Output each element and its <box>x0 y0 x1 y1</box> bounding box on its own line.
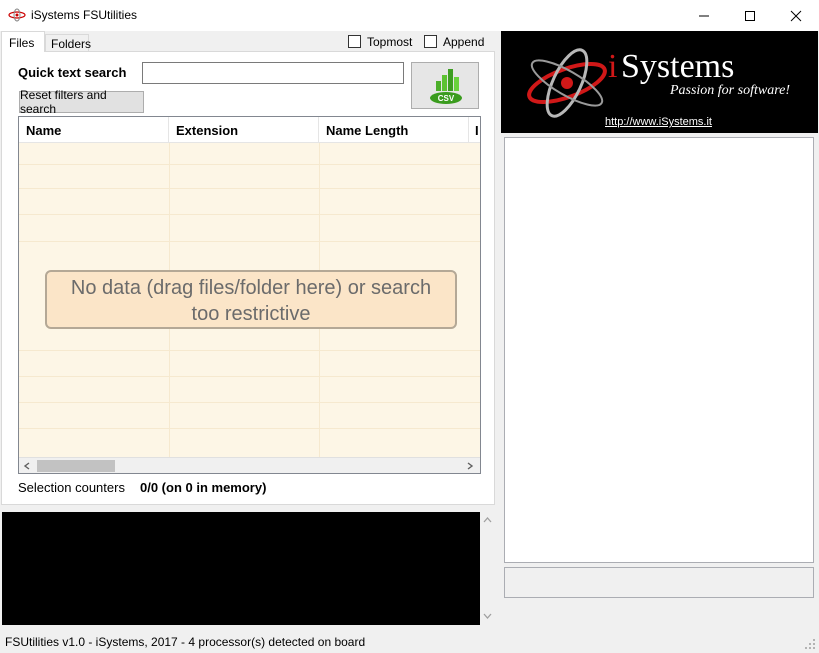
scroll-right-icon[interactable] <box>466 462 474 470</box>
tab-files[interactable]: Files <box>1 31 45 52</box>
scroll-down-icon[interactable] <box>483 612 492 620</box>
grid-line <box>19 241 480 242</box>
empty-message-line-2: too restrictive <box>191 303 311 325</box>
preview-panel[interactable] <box>504 137 814 563</box>
logo-brand-name: Systems <box>621 48 734 85</box>
grid-horizontal-scrollbar[interactable] <box>19 457 480 473</box>
log-output[interactable] <box>2 512 480 625</box>
scroll-left-icon[interactable] <box>23 462 31 470</box>
grid-header: Name Extension Name Length I <box>19 117 480 143</box>
resize-grip-icon[interactable] <box>804 638 816 650</box>
grid-line <box>19 350 480 351</box>
window-title: iSystems FSUtilities <box>31 8 138 22</box>
csv-icon-label: CSV <box>438 94 455 103</box>
tab-folders[interactable]: Folders <box>45 34 91 52</box>
append-checkbox[interactable] <box>424 35 437 48</box>
csv-export-icon: CSV <box>430 69 462 104</box>
files-grid[interactable]: Name Extension Name Length I No data (dr… <box>18 116 481 474</box>
export-csv-button[interactable]: CSV <box>411 62 479 109</box>
isystems-website-link[interactable]: http://www.iSystems.it <box>605 116 712 128</box>
append-label[interactable]: Append <box>443 35 484 49</box>
close-icon <box>790 10 802 21</box>
app-logo-icon <box>8 8 26 22</box>
selection-counters-value: 0/0 (on 0 in memory) <box>140 480 267 495</box>
reset-filters-button[interactable]: Reset filters and search <box>19 88 144 116</box>
column-header-name[interactable]: Name <box>19 117 169 143</box>
column-header-name-length[interactable]: Name Length <box>319 117 469 143</box>
column-header-next[interactable]: I <box>469 117 480 143</box>
preview-status-box <box>504 567 814 598</box>
minimize-icon <box>699 15 709 16</box>
empty-message-line-1: No data (drag files/folder here) or sear… <box>70 277 432 299</box>
grid-line <box>19 164 480 165</box>
grid-line <box>19 402 480 403</box>
column-header-extension[interactable]: Extension <box>169 117 319 143</box>
scrollbar-thumb[interactable] <box>37 460 115 472</box>
close-button[interactable] <box>773 0 819 31</box>
selection-counters-label: Selection counters <box>18 480 125 495</box>
quick-search-label: Quick text search <box>18 65 127 80</box>
grid-line <box>19 376 480 377</box>
status-text: FSUtilities v1.0 - iSystems, 2017 - 4 pr… <box>5 635 366 649</box>
topmost-label[interactable]: Topmost <box>367 35 412 49</box>
logo-tagline: Passion for software! <box>669 83 790 98</box>
grid-line <box>19 428 480 429</box>
quick-search-input[interactable] <box>142 62 404 84</box>
grid-line <box>19 214 480 215</box>
log-vertical-scrollbar[interactable] <box>480 512 495 625</box>
minimize-button[interactable] <box>681 0 727 31</box>
empty-grid-message: No data (drag files/folder here) or sear… <box>45 270 457 329</box>
logo-letter-i: i <box>608 48 617 85</box>
topmost-checkbox[interactable] <box>348 35 361 48</box>
maximize-button[interactable] <box>727 0 773 31</box>
grid-line <box>19 188 480 189</box>
maximize-icon <box>745 10 755 21</box>
scroll-up-icon[interactable] <box>483 516 492 524</box>
